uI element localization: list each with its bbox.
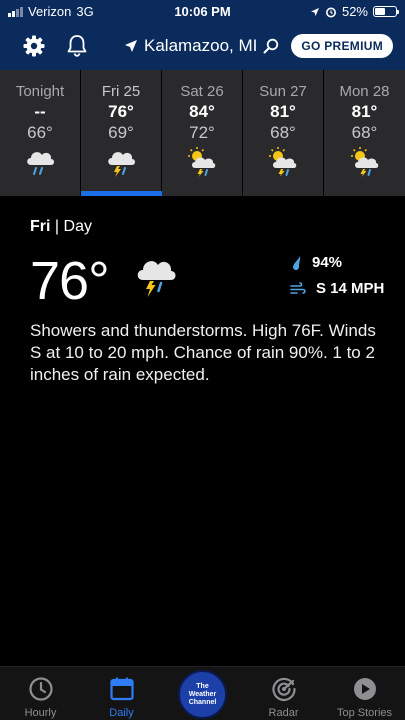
detail-day: Fri — [30, 218, 51, 235]
status-bar: Verizon 3G 10:06 PM 52% — [0, 0, 405, 24]
partly-cloudy-thunderstorm-icon — [324, 147, 405, 177]
day-name: Tonight — [15, 83, 65, 100]
wind-icon — [290, 281, 306, 294]
clock-icon — [28, 677, 53, 701]
tab-label: Daily — [109, 707, 134, 719]
day-high: 84° — [189, 102, 215, 121]
bell-icon[interactable] — [66, 34, 88, 58]
day-low: 68° — [270, 123, 296, 142]
tab-daily[interactable]: Daily — [81, 675, 162, 719]
tab-hourly[interactable]: Hourly — [0, 675, 81, 719]
day-high: 76° — [108, 102, 134, 121]
day-high: 81° — [270, 102, 296, 121]
go-premium-button[interactable]: GO PREMIUM — [291, 34, 393, 58]
selected-day-indicator — [81, 191, 162, 196]
wind-value: S 14 MPH — [316, 280, 385, 297]
detail-temperature: 76° — [30, 251, 110, 311]
radar-icon — [271, 677, 296, 701]
day-tab[interactable]: Mon 28 81° 68° — [324, 70, 405, 196]
location-name: Kalamazoo, MI — [144, 36, 258, 55]
brand-line: Weather — [188, 690, 217, 698]
thunderstorm-icon — [81, 147, 161, 177]
day-low: 69° — [108, 123, 134, 142]
day-tab[interactable]: Sun 27 81° 68° — [243, 70, 324, 196]
day-name: Fri 25 — [101, 83, 141, 100]
location-arrow-icon — [310, 7, 319, 16]
thunderstorm-icon — [132, 254, 178, 303]
partly-cloudy-thunderstorm-icon — [162, 147, 242, 177]
raindrop-icon — [293, 255, 301, 270]
gear-icon[interactable] — [22, 34, 46, 58]
rain-icon — [0, 147, 80, 177]
day-name: Sun 27 — [259, 83, 307, 100]
day-name: Sat 26 — [180, 83, 224, 100]
play-icon — [353, 678, 376, 700]
tab-label: Radar — [268, 707, 299, 719]
day-high: -- — [34, 102, 46, 121]
forecast-description: Showers and thunderstorms. High 76F. Win… — [30, 321, 376, 384]
day-low: 72° — [189, 123, 215, 142]
tab-label: Hourly — [24, 707, 57, 719]
tab-top-stories[interactable]: Top Stories — [324, 675, 405, 719]
day-low: 66° — [27, 123, 53, 142]
alarm-icon — [325, 7, 336, 17]
calendar-icon — [109, 677, 134, 701]
daily-forecast-strip: Tonight -- 66° Fri 25 76° 69° Sat 26 84°… — [0, 70, 405, 196]
day-name: Mon 28 — [339, 83, 390, 100]
wind-stat: S 14 MPH — [290, 280, 384, 297]
location-selector[interactable]: Kalamazoo, MI — [124, 36, 279, 56]
precip-value: 94% — [312, 254, 343, 271]
day-tab[interactable]: Sat 26 84° 72° — [162, 70, 243, 196]
weather-channel-logo-button[interactable]: The Weather Channel — [178, 670, 227, 719]
tab-radar[interactable]: Radar — [243, 675, 324, 719]
app-header: Kalamazoo, MI GO PREMIUM — [0, 24, 405, 70]
brand-line: Channel — [188, 698, 217, 706]
day-low: 68° — [351, 123, 378, 142]
search-icon[interactable] — [263, 38, 279, 54]
status-right: 52% — [310, 4, 399, 19]
brand-line: The — [196, 682, 209, 690]
day-tab[interactable]: Tonight -- 66° — [0, 70, 81, 196]
tab-label: Top Stories — [336, 707, 393, 719]
day-high: 81° — [351, 102, 378, 121]
location-arrow-icon — [125, 40, 137, 52]
day-tab[interactable]: Fri 25 76° 69° — [81, 70, 162, 196]
detail-period: | Day — [54, 218, 92, 235]
battery-icon — [373, 6, 399, 17]
precip-stat: 94% — [290, 254, 342, 271]
battery-percent: 52% — [341, 4, 368, 19]
detail-heading: Fri | Day — [30, 218, 92, 236]
partly-cloudy-thunderstorm-icon — [243, 147, 323, 177]
